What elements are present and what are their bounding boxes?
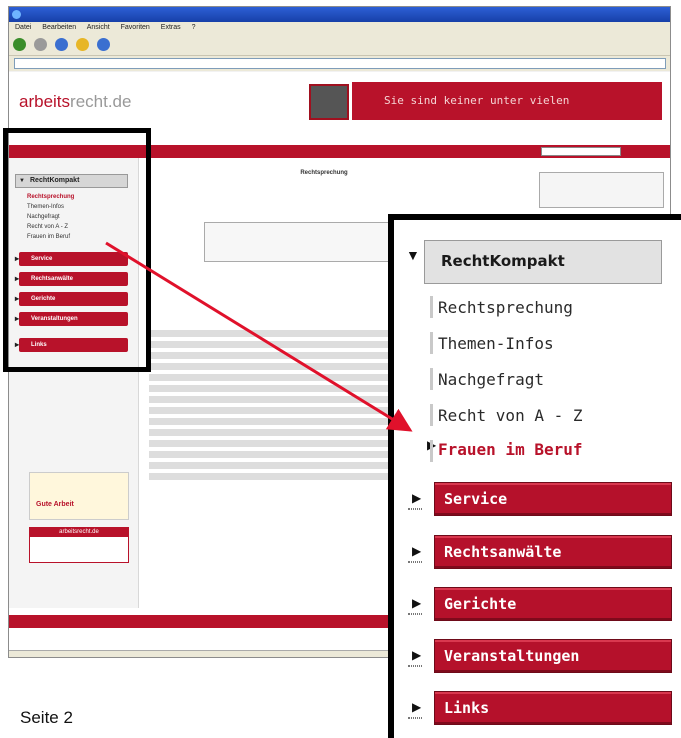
menu-item[interactable]: Favoriten — [121, 24, 150, 31]
favorites-icon[interactable] — [76, 38, 89, 51]
promo-box-header: arbeitsrecht.de — [30, 528, 128, 537]
expand-arrow-icon[interactable]: ▼ — [406, 248, 420, 262]
item-marker — [430, 368, 433, 390]
menu-heading[interactable]: RechtKompakt — [424, 240, 662, 284]
header-banner: Sie sind keiner unter vielen — [352, 82, 662, 120]
item-marker — [430, 440, 433, 462]
logo-prefix: arbeits — [19, 92, 71, 111]
menu-item-recht-von-a-z[interactable]: Recht von A - Z — [438, 406, 583, 425]
menu-item-themen-infos[interactable]: Themen-Infos — [438, 334, 554, 353]
grip-icon — [408, 508, 422, 510]
promo-box: arbeitsrecht.de — [29, 527, 129, 563]
veranstaltungen-arrow-icon: ▶ — [412, 648, 422, 662]
refresh-icon[interactable] — [55, 38, 68, 51]
menu-item-rechtsprechung[interactable]: Rechtsprechung — [438, 298, 573, 317]
grip-icon — [408, 613, 422, 615]
address-bar — [9, 56, 670, 71]
highlight-frame — [3, 128, 151, 372]
menu-heading-label: RechtKompakt — [441, 252, 565, 270]
menu-button-links[interactable]: Links — [434, 691, 672, 725]
site-search-input[interactable] — [541, 147, 621, 156]
menu-button-gerichte[interactable]: Gerichte — [434, 587, 672, 621]
rechtsanwaelte-arrow-icon: ▶ — [412, 544, 422, 558]
browser-menubar: Datei Bearbeiten Ansicht Favoriten Extra… — [9, 22, 670, 34]
history-icon[interactable] — [97, 38, 110, 51]
menu-button-veranstaltungen[interactable]: Veranstaltungen — [434, 639, 672, 673]
menu-item-nachgefragt[interactable]: Nachgefragt — [438, 370, 544, 389]
window-titlebar — [9, 7, 670, 22]
menu-item[interactable]: Bearbeiten — [42, 24, 76, 31]
site-logo[interactable]: arbeitsrecht.de — [19, 92, 131, 112]
logo-suffix: recht.de — [70, 92, 132, 111]
item-marker — [430, 296, 433, 318]
article-line — [149, 363, 415, 370]
article-line — [149, 429, 396, 436]
zoomed-menu-callout: RechtKompakt ▼ Rechtsprechung Themen-Inf… — [388, 214, 681, 738]
ie-logo-icon — [12, 10, 21, 19]
promo-image[interactable]: Gute Arbeit — [29, 472, 129, 520]
back-icon[interactable] — [13, 38, 26, 51]
menu-item[interactable]: ? — [192, 24, 196, 31]
article-line — [149, 473, 415, 480]
menu-button-service[interactable]: Service — [434, 482, 672, 516]
menu-item[interactable]: Extras — [161, 24, 181, 31]
banner-graphic — [309, 84, 349, 120]
address-input[interactable] — [14, 58, 666, 69]
forward-icon[interactable] — [34, 38, 47, 51]
links-arrow-icon: ▶ — [412, 700, 422, 714]
grip-icon — [408, 561, 422, 563]
grip-icon — [408, 665, 422, 667]
gerichte-arrow-icon: ▶ — [412, 596, 422, 610]
menu-item-frauen-im-beruf[interactable]: Frauen im Beruf — [438, 440, 583, 459]
item-marker — [430, 332, 433, 354]
menu-button-rechtsanwaelte[interactable]: Rechtsanwälte — [434, 535, 672, 569]
ticker-box — [539, 172, 664, 208]
page-number-label: Seite 2 — [20, 708, 73, 727]
item-marker — [430, 404, 433, 426]
service-arrow-icon: ▶ — [412, 491, 422, 505]
browser-toolbar — [9, 34, 670, 56]
menu-item[interactable]: Datei — [15, 24, 31, 31]
menu-item[interactable]: Ansicht — [87, 24, 110, 31]
grip-icon — [408, 717, 422, 719]
